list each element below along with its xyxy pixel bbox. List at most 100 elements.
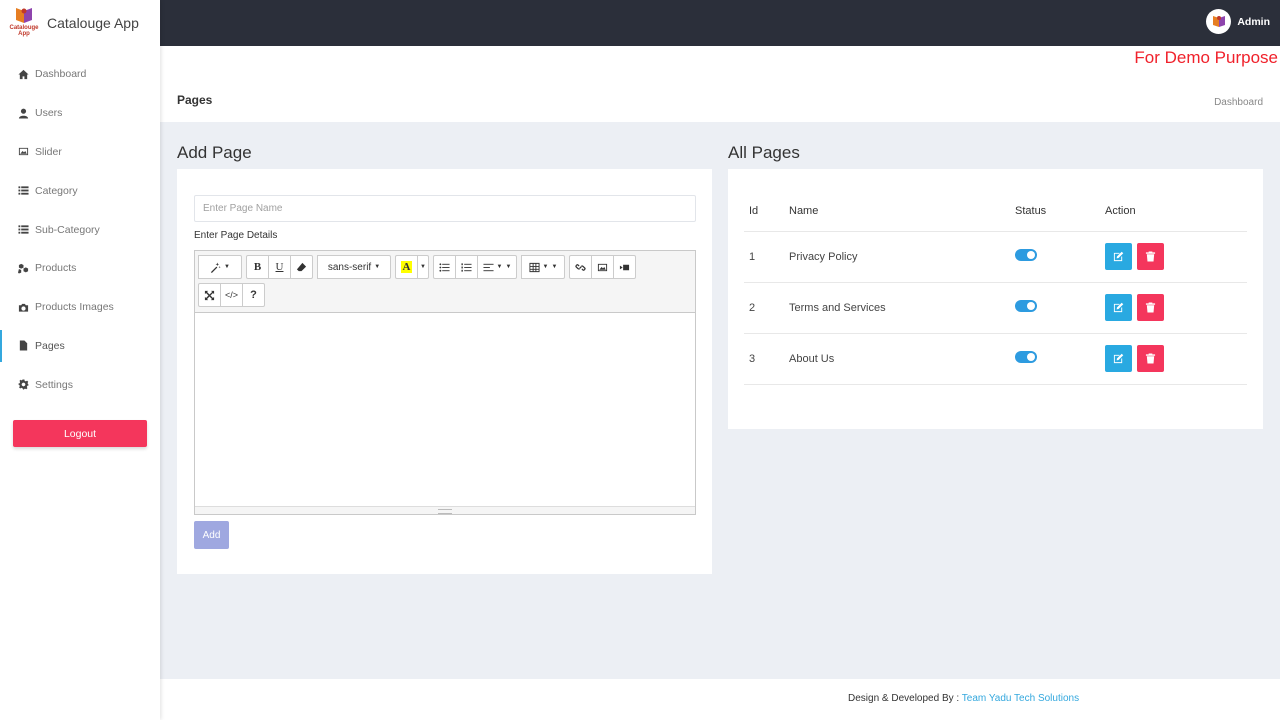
file-icon <box>18 340 29 352</box>
all-pages-title: All Pages <box>728 143 800 162</box>
table-button[interactable]: ▼ ▼ <box>521 255 565 279</box>
chevron-down-icon: ▼ <box>551 264 558 270</box>
home-icon <box>18 69 29 80</box>
edit-icon <box>1113 353 1124 364</box>
add-page-card: Enter Page Details ▼ B U <box>177 169 712 574</box>
cell-id: 3 <box>744 333 789 385</box>
editor-toolbar: ▼ B U sans-serif ▼ A ▼ ▼ ▼ ▼ ▼ </> ? <box>195 251 695 313</box>
book-icon <box>16 8 32 23</box>
demo-notice: For Demo Purpose <box>1134 48 1278 67</box>
sidebar-item-label: Products <box>35 262 77 275</box>
footer-prefix: Design & Developed By : <box>848 693 960 704</box>
link-icon <box>575 263 586 271</box>
delete-button[interactable] <box>1137 345 1165 372</box>
magic-icon <box>210 261 221 273</box>
column-header-action: Action <box>1105 191 1247 232</box>
table-row: 2 Terms and Services <box>744 282 1247 334</box>
sidebar-item-label: Pages <box>35 339 65 352</box>
sidebar-item-label: Users <box>35 107 63 120</box>
image-button[interactable] <box>591 255 614 279</box>
delete-button[interactable] <box>1137 243 1165 270</box>
app-name: Catalouge App <box>47 15 139 31</box>
code-icon: </> <box>225 290 239 300</box>
book-icon <box>1212 15 1225 27</box>
header-strip <box>160 46 1280 74</box>
table-row: 3 About Us <box>744 333 1247 385</box>
help-button[interactable]: ? <box>242 283 266 307</box>
trash-icon <box>1145 302 1156 313</box>
font-family-select[interactable]: sans-serif ▼ <box>317 255 391 279</box>
sidebar-item-category[interactable]: Category <box>0 171 160 210</box>
edit-button[interactable] <box>1105 243 1132 270</box>
video-button[interactable] <box>613 255 636 279</box>
cell-id: 2 <box>744 282 789 334</box>
sidebar-item-dashboard[interactable]: Dashboard <box>0 55 160 94</box>
cell-name: About Us <box>789 333 1015 385</box>
underline-button[interactable]: U <box>268 255 291 279</box>
sidebar-item-products-images[interactable]: Products Images <box>0 288 160 327</box>
rich-text-editor: ▼ B U sans-serif ▼ A ▼ ▼ ▼ ▼ ▼ </> ? <box>194 250 696 515</box>
unordered-list-button[interactable] <box>433 255 456 279</box>
link-button[interactable] <box>569 255 592 279</box>
list-icon <box>18 185 29 196</box>
eraser-icon <box>296 262 307 271</box>
chevron-down-icon: ▼ <box>542 264 549 270</box>
bullet-list-icon <box>439 262 450 272</box>
fullscreen-button[interactable] <box>198 283 221 307</box>
paragraph-button[interactable]: ▼ ▼ <box>477 255 517 279</box>
status-toggle[interactable] <box>1015 300 1037 312</box>
eraser-button[interactable] <box>290 255 313 279</box>
table-icon <box>529 262 540 272</box>
sidebar-item-label: Dashboard <box>35 68 87 81</box>
sidebar-item-sub-category[interactable]: Sub-Category <box>0 210 160 249</box>
picture-icon <box>597 263 608 271</box>
brand[interactable]: Catalouge App Catalouge App <box>0 0 160 46</box>
add-button[interactable]: Add <box>194 521 229 549</box>
sidebar-item-slider[interactable]: Slider <box>0 133 160 172</box>
bold-button[interactable]: B <box>246 255 269 279</box>
code-view-button[interactable]: </> <box>220 283 244 307</box>
edit-button[interactable] <box>1105 294 1132 321</box>
sidebar-item-settings[interactable]: Settings <box>0 365 160 404</box>
user-name: Admin <box>1237 15 1270 28</box>
chevron-down-icon: ▼ <box>224 264 230 270</box>
column-header-status: Status <box>1015 191 1105 232</box>
delete-button[interactable] <box>1137 294 1165 321</box>
page-header: Pages Dashboard <box>160 74 1280 122</box>
edit-button[interactable] <box>1105 345 1132 372</box>
style-button[interactable]: ▼ <box>198 255 242 279</box>
ordered-list-button[interactable] <box>455 255 478 279</box>
sidebar: Catalouge App Catalouge App Dashboard Us… <box>0 0 160 720</box>
footer: Design & Developed By : Team Yadu Tech S… <box>160 679 1280 720</box>
footer-link[interactable]: Team Yadu Tech Solutions <box>962 693 1079 704</box>
font-color-dropdown[interactable]: ▼ <box>417 255 429 279</box>
image-icon <box>18 146 29 157</box>
status-toggle[interactable] <box>1015 351 1037 363</box>
editor-resize-handle[interactable] <box>195 506 695 514</box>
editor-content[interactable] <box>195 313 695 506</box>
logout-button[interactable]: Logout <box>13 420 147 447</box>
page-title: Pages <box>177 93 213 107</box>
add-page-title: Add Page <box>177 143 252 162</box>
avatar <box>1206 9 1232 34</box>
breadcrumb[interactable]: Dashboard <box>1214 97 1263 108</box>
cell-name: Terms and Services <box>789 282 1015 334</box>
sidebar-item-pages[interactable]: Pages <box>0 327 160 366</box>
table-header-row: Id Name Status Action <box>744 191 1247 232</box>
sidebar-item-label: Slider <box>35 145 62 158</box>
status-toggle[interactable] <box>1015 249 1037 261</box>
sidebar-item-label: Products Images <box>35 301 114 314</box>
topbar: Admin <box>160 0 1280 46</box>
font-color-button[interactable]: A <box>395 255 418 279</box>
chevron-down-icon: ▼ <box>505 264 512 270</box>
page-details-label: Enter Page Details <box>194 230 278 241</box>
page-name-input[interactable] <box>194 195 696 222</box>
numbered-list-icon <box>461 262 472 272</box>
sidebar-item-products[interactable]: Products <box>0 249 160 288</box>
user-menu[interactable]: Admin <box>1206 9 1270 34</box>
sidebar-item-users[interactable]: Users <box>0 94 160 133</box>
trash-icon <box>1145 251 1156 262</box>
help-icon: ? <box>250 289 257 301</box>
user-icon <box>18 108 29 119</box>
camera-icon <box>18 302 29 313</box>
